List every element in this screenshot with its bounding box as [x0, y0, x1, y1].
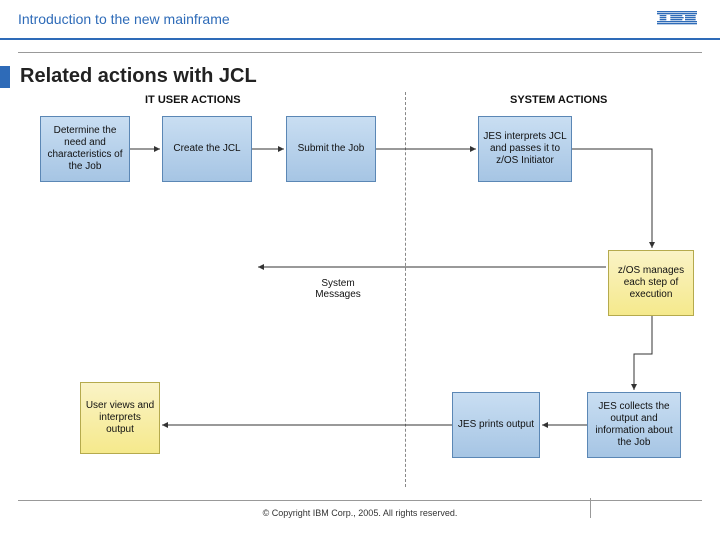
divider: [18, 52, 702, 53]
slide-title: Related actions with JCL: [20, 65, 257, 88]
slide-title-row: Related actions with JCL: [0, 65, 720, 88]
ibm-logo: [652, 11, 702, 27]
arrows-layer: [10, 92, 710, 492]
diagram: IT USER ACTIONS SYSTEM ACTIONS Determine…: [10, 92, 710, 492]
copyright: © Copyright IBM Corp., 2005. All rights …: [263, 508, 458, 518]
title-accent-bar: [0, 66, 10, 88]
footer-vbar: [590, 498, 591, 518]
header: Introduction to the new mainframe: [0, 0, 720, 40]
header-title: Introduction to the new mainframe: [18, 11, 230, 27]
footer-divider: [18, 500, 702, 501]
